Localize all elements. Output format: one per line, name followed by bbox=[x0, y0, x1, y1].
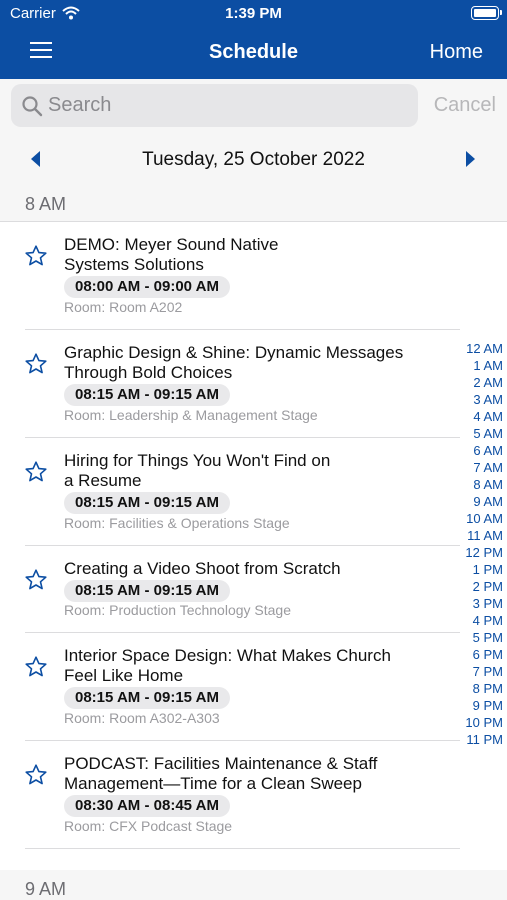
session-time-pill: 08:15 AM - 09:15 AM bbox=[64, 492, 230, 514]
section-header-label: 8 AM bbox=[25, 194, 67, 214]
session-room: Room: Room A202 bbox=[64, 299, 183, 315]
hour-index-item[interactable]: 1 PM bbox=[455, 561, 503, 578]
hour-index-item[interactable]: 3 PM bbox=[455, 595, 503, 612]
section-header-9am: 9 AM bbox=[0, 870, 507, 900]
star-outline-icon[interactable] bbox=[24, 763, 48, 787]
session-time-pill: 08:00 AM - 09:00 AM bbox=[64, 276, 230, 298]
navigation-bar: Schedule Home bbox=[0, 30, 507, 76]
caret-right-icon[interactable] bbox=[466, 151, 475, 167]
session-row[interactable]: Interior Space Design: What Makes Church… bbox=[0, 633, 460, 740]
hour-index-item[interactable]: 7 PM bbox=[455, 663, 503, 680]
hour-index-item[interactable]: 8 AM bbox=[455, 476, 503, 493]
status-bar: Carrier 1:39 PM bbox=[0, 0, 507, 28]
hour-index-item[interactable]: 1 AM bbox=[455, 357, 503, 374]
session-row[interactable]: Creating a Video Shoot from Scratch 08:1… bbox=[0, 546, 460, 632]
status-time: 1:39 PM bbox=[225, 5, 282, 22]
session-room: Room: Production Technology Stage bbox=[64, 602, 291, 618]
hour-index-item[interactable]: 6 AM bbox=[455, 442, 503, 459]
hour-index-item[interactable]: 9 AM bbox=[455, 493, 503, 510]
hour-index-item[interactable]: 3 AM bbox=[455, 391, 503, 408]
session-room: Room: Facilities & Operations Stage bbox=[64, 515, 290, 531]
hour-index-item[interactable]: 6 PM bbox=[455, 646, 503, 663]
search-bar: Cancel bbox=[0, 79, 507, 133]
session-time-pill: 08:15 AM - 09:15 AM bbox=[64, 687, 230, 709]
hour-index-item[interactable]: 4 PM bbox=[455, 612, 503, 629]
session-title: DEMO: Meyer Sound Native Systems Solutio… bbox=[64, 235, 279, 274]
session-row[interactable]: PODCAST: Facilities Maintenance & Staff … bbox=[0, 741, 460, 848]
hour-index-item[interactable]: 4 AM bbox=[455, 408, 503, 425]
session-row[interactable]: Hiring for Things You Won't Find on a Re… bbox=[0, 438, 460, 545]
hour-index-item[interactable]: 2 AM bbox=[455, 374, 503, 391]
session-title: Creating a Video Shoot from Scratch bbox=[64, 559, 341, 578]
top-bar: Carrier 1:39 PM Schedule Home bbox=[0, 0, 507, 79]
hour-index-item[interactable]: 11 PM bbox=[455, 731, 503, 748]
home-button[interactable]: Home bbox=[430, 41, 483, 64]
section-header-8am: 8 AM bbox=[0, 185, 507, 221]
session-time-pill: 08:15 AM - 09:15 AM bbox=[64, 384, 230, 406]
session-time-pill: 08:15 AM - 09:15 AM bbox=[64, 580, 230, 602]
star-outline-icon[interactable] bbox=[24, 244, 48, 268]
session-title: Hiring for Things You Won't Find on a Re… bbox=[64, 451, 331, 490]
hour-index-item[interactable]: 12 AM bbox=[455, 340, 503, 357]
session-room: Room: CFX Podcast Stage bbox=[64, 818, 233, 834]
hour-index-item[interactable]: 12 PM bbox=[455, 544, 503, 561]
star-outline-icon[interactable] bbox=[24, 655, 48, 679]
session-time-pill: 08:30 AM - 08:45 AM bbox=[64, 795, 230, 817]
star-outline-icon[interactable] bbox=[24, 352, 48, 376]
star-outline-icon[interactable] bbox=[24, 568, 48, 592]
session-title: Graphic Design & Shine: Dynamic Messages… bbox=[64, 343, 404, 382]
hour-index-item[interactable]: 5 PM bbox=[455, 629, 503, 646]
current-date: Tuesday, 25 October 2022 bbox=[142, 149, 365, 170]
star-outline-icon[interactable] bbox=[24, 460, 48, 484]
search-input[interactable] bbox=[48, 91, 408, 119]
divider bbox=[25, 848, 460, 849]
session-title: PODCAST: Facilities Maintenance & Staff … bbox=[64, 754, 378, 793]
hour-index-item[interactable]: 10 PM bbox=[455, 714, 503, 731]
session-room: Room: Leadership & Management Stage bbox=[64, 407, 318, 423]
session-room: Room: Room A302-A303 bbox=[64, 710, 220, 726]
battery-icon bbox=[471, 6, 502, 20]
cancel-button[interactable]: Cancel bbox=[434, 94, 496, 117]
hour-index-item[interactable]: 9 PM bbox=[455, 697, 503, 714]
date-navigator: Tuesday, 25 October 2022 bbox=[0, 133, 507, 185]
hour-index-item[interactable]: 7 AM bbox=[455, 459, 503, 476]
session-title: Interior Space Design: What Makes Church… bbox=[64, 646, 391, 685]
search-icon bbox=[22, 96, 43, 117]
session-row[interactable]: Graphic Design & Shine: Dynamic Messages… bbox=[0, 330, 460, 437]
hour-index-item[interactable]: 11 AM bbox=[455, 527, 503, 544]
hour-index-item[interactable]: 8 PM bbox=[455, 680, 503, 697]
session-row[interactable]: DEMO: Meyer Sound Native Systems Solutio… bbox=[0, 222, 460, 329]
search-field[interactable] bbox=[11, 84, 418, 127]
hour-index-scrubber[interactable]: 12 AM 1 AM 2 AM 3 AM 4 AM 5 AM 6 AM 7 AM… bbox=[455, 340, 503, 748]
section-header-label: 9 AM bbox=[25, 879, 67, 899]
hour-index-item[interactable]: 5 AM bbox=[455, 425, 503, 442]
hour-index-item[interactable]: 10 AM bbox=[455, 510, 503, 527]
hour-index-item[interactable]: 2 PM bbox=[455, 578, 503, 595]
